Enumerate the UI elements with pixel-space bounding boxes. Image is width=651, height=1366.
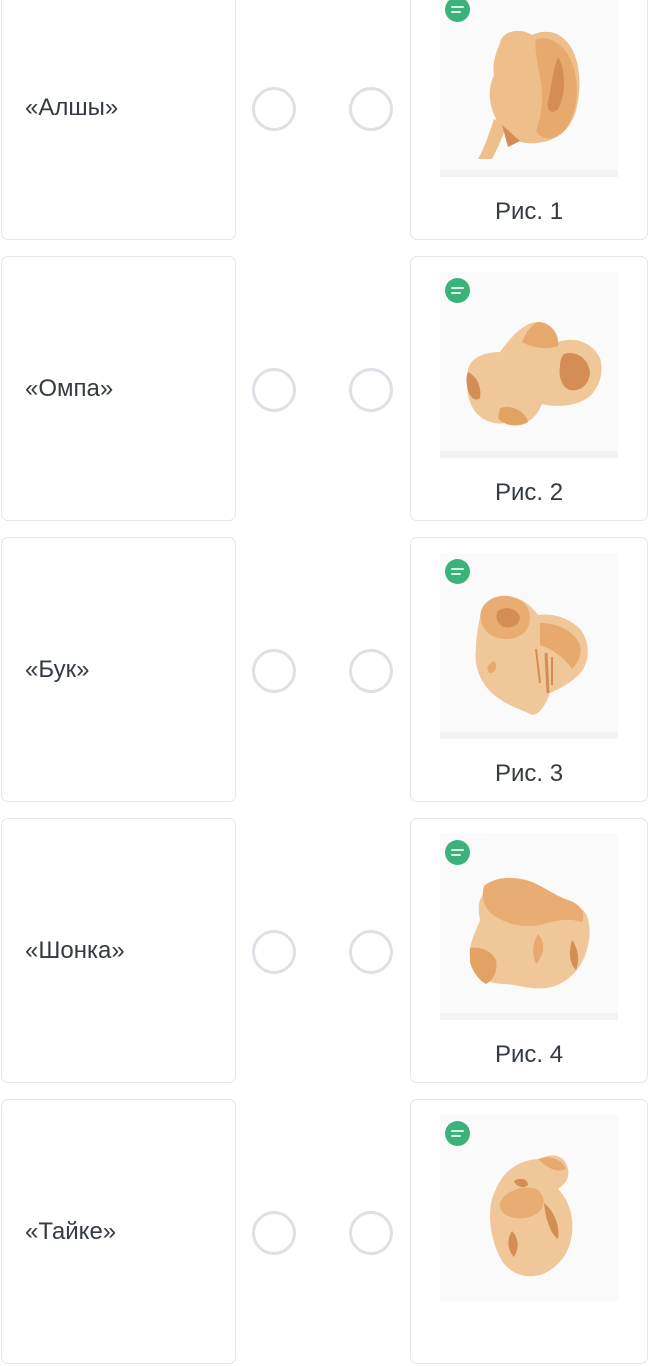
picture-caption: Рис. 1 — [494, 198, 564, 225]
site-logo-badge-icon — [445, 278, 470, 303]
match-row-3: «Бук» Рис. 3 — [0, 537, 651, 804]
right-radio-4[interactable] — [349, 929, 393, 974]
bone-image-1 — [440, 0, 618, 177]
right-radio-2[interactable] — [349, 367, 393, 412]
picture-caption: Рис. 4 — [494, 1041, 564, 1068]
left-radio-2[interactable] — [252, 367, 296, 412]
word-label: «Тайке» — [25, 1217, 117, 1245]
word-label: «Алшы» — [25, 93, 119, 121]
bone-image-5 — [440, 1115, 618, 1301]
left-radio-3[interactable] — [252, 648, 296, 693]
caption-divider — [440, 170, 618, 177]
picture-card-3[interactable]: Рис. 3 — [410, 537, 648, 802]
word-label: «Шонка» — [25, 936, 125, 964]
picture-card-5[interactable] — [410, 1099, 648, 1364]
match-row-2: «Омпа» Рис. 2 — [0, 256, 651, 523]
word-card-2[interactable]: «Омпа» — [1, 256, 236, 521]
picture-card-1[interactable]: Рис. 1 — [410, 0, 648, 240]
word-card-1[interactable]: «Алшы» — [1, 0, 236, 240]
word-card-5[interactable]: «Тайке» — [1, 1099, 236, 1364]
left-radio-5[interactable] — [252, 1210, 296, 1255]
picture-caption: Рис. 3 — [494, 760, 564, 787]
bone-image-3 — [440, 553, 618, 739]
caption-divider — [440, 451, 618, 458]
bone-illustration-1 — [478, 30, 580, 159]
word-label: «Омпа» — [25, 374, 114, 402]
match-row-4: «Шонка» Рис. 4 — [0, 818, 651, 1085]
site-logo-badge-icon — [445, 559, 470, 584]
right-radio-3[interactable] — [349, 648, 393, 693]
caption-divider — [440, 732, 618, 739]
left-radio-1[interactable] — [252, 86, 296, 131]
word-label: «Бук» — [25, 655, 90, 683]
caption-divider — [440, 1013, 618, 1020]
match-row-1: «Алшы» Рис. 1 — [0, 0, 651, 242]
match-row-5: «Тайке» — [0, 1099, 651, 1366]
site-logo-badge-icon — [445, 1121, 470, 1146]
bone-illustration-5 — [490, 1155, 573, 1277]
left-radio-4[interactable] — [252, 929, 296, 974]
right-radio-1[interactable] — [349, 86, 393, 131]
bone-image-2 — [440, 272, 618, 458]
bone-illustration-4 — [469, 877, 590, 989]
bone-illustration-3 — [475, 595, 588, 715]
word-card-4[interactable]: «Шонка» — [1, 818, 236, 1083]
right-radio-5[interactable] — [349, 1210, 393, 1255]
picture-card-2[interactable]: Рис. 2 — [410, 256, 648, 521]
bone-image-4 — [440, 834, 618, 1020]
word-card-3[interactable]: «Бук» — [1, 537, 236, 802]
bone-illustration-2 — [466, 322, 602, 426]
picture-caption: Рис. 2 — [494, 479, 564, 506]
site-logo-badge-icon — [445, 840, 470, 865]
picture-card-4[interactable]: Рис. 4 — [410, 818, 648, 1083]
